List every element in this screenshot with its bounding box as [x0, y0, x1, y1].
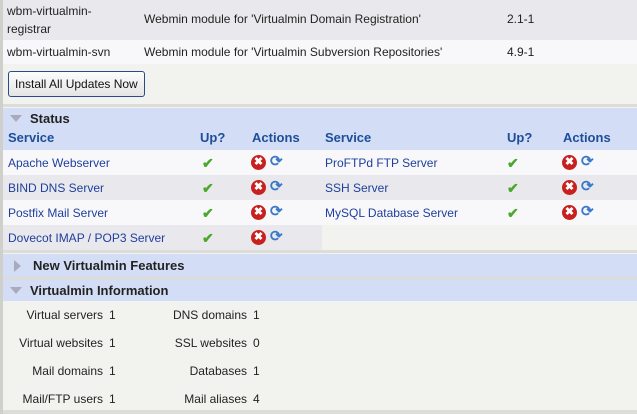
service-link[interactable]: Dovecot IMAP / POP3 Server: [8, 231, 165, 245]
check-icon: ✔: [507, 205, 519, 221]
info-value: 4: [253, 392, 260, 406]
restart-service-icon[interactable]: ⟳: [270, 152, 283, 170]
install-all-updates-button[interactable]: Install All Updates Now: [8, 71, 145, 97]
restart-service-icon[interactable]: ⟳: [270, 202, 283, 220]
info-label: Mail domains: [32, 364, 103, 378]
info-value: 1: [109, 308, 116, 322]
service-link[interactable]: BIND DNS Server: [8, 181, 104, 195]
service-link[interactable]: Postfix Mail Server: [8, 206, 108, 220]
service-link[interactable]: MySQL Database Server: [325, 206, 458, 220]
restart-service-icon[interactable]: ⟳: [581, 177, 594, 195]
package-name-line1: wbm-virtualmin-: [7, 4, 92, 18]
new-features-section-header[interactable]: New Virtualmin Features: [3, 254, 637, 277]
package-row: wbm-virtualmin-svn Webmin module for 'Vi…: [3, 40, 637, 64]
package-name: wbm-virtualmin-svn: [7, 45, 111, 59]
service-link[interactable]: Apache Webserver: [8, 156, 110, 170]
column-header-up: Up?: [200, 130, 226, 145]
collapse-triangle-icon: [10, 115, 22, 122]
divider: [3, 104, 637, 107]
check-icon: ✔: [202, 230, 214, 246]
collapse-triangle-icon: [10, 287, 22, 294]
stop-service-icon[interactable]: ✖: [251, 230, 266, 245]
package-description: Webmin module for 'Virtualmin Domain Reg…: [144, 12, 421, 26]
column-header-actions: Actions: [563, 130, 611, 145]
info-value: 1: [109, 364, 116, 378]
stop-service-icon[interactable]: ✖: [251, 180, 266, 195]
column-header-service: Service: [325, 130, 372, 145]
check-icon: ✔: [507, 180, 519, 196]
info-value: 1: [253, 364, 260, 378]
package-name-line2: registrar: [7, 22, 52, 36]
info-label: Mail aliases: [184, 392, 247, 406]
divider: [3, 250, 637, 253]
column-header-actions: Actions: [252, 130, 300, 145]
package-name: wbm-virtualmin-registrar: [7, 2, 92, 38]
service-link[interactable]: SSH Server: [325, 181, 388, 195]
expand-triangle-icon: [14, 259, 21, 272]
restart-service-icon[interactable]: ⟳: [270, 177, 283, 195]
status-section-header[interactable]: Status: [3, 108, 637, 129]
check-icon: ✔: [202, 205, 214, 221]
service-link[interactable]: ProFTPd FTP Server: [325, 156, 437, 170]
info-section-header[interactable]: Virtualmin Information: [3, 280, 637, 301]
section-title: Virtualmin Information: [30, 283, 169, 298]
info-label: Mail/FTP users: [22, 392, 103, 406]
info-value: 0: [253, 336, 260, 350]
package-description: Webmin module for 'Virtualmin Subversion…: [144, 45, 443, 59]
check-icon: ✔: [507, 155, 519, 171]
stop-service-icon[interactable]: ✖: [562, 205, 577, 220]
restart-service-icon[interactable]: ⟳: [581, 152, 594, 170]
column-header-up: Up?: [507, 130, 533, 145]
status-table-header: [3, 129, 637, 150]
info-label: Databases: [189, 364, 247, 378]
section-title: Status: [30, 111, 70, 126]
info-label: DNS domains: [172, 308, 247, 322]
info-label: Virtual websites: [19, 336, 103, 350]
info-label: Virtual servers: [26, 308, 103, 322]
divider: [3, 410, 637, 414]
stop-service-icon[interactable]: ✖: [562, 155, 577, 170]
restart-service-icon[interactable]: ⟳: [581, 202, 594, 220]
restart-service-icon[interactable]: ⟳: [270, 227, 283, 245]
check-icon: ✔: [202, 155, 214, 171]
info-value: 1: [253, 308, 260, 322]
stop-service-icon[interactable]: ✖: [251, 155, 266, 170]
stop-service-icon[interactable]: ✖: [562, 180, 577, 195]
column-header-service: Service: [8, 130, 55, 145]
stop-service-icon[interactable]: ✖: [251, 205, 266, 220]
info-value: 1: [109, 392, 116, 406]
package-row: wbm-virtualmin-registrar Webmin module f…: [3, 0, 637, 40]
check-icon: ✔: [202, 180, 214, 196]
info-value: 1: [109, 336, 116, 350]
package-version: 4.9-1: [507, 45, 535, 59]
package-version: 2.1-1: [507, 12, 535, 26]
info-label: SSL websites: [174, 336, 247, 350]
section-title: New Virtualmin Features: [33, 258, 185, 273]
